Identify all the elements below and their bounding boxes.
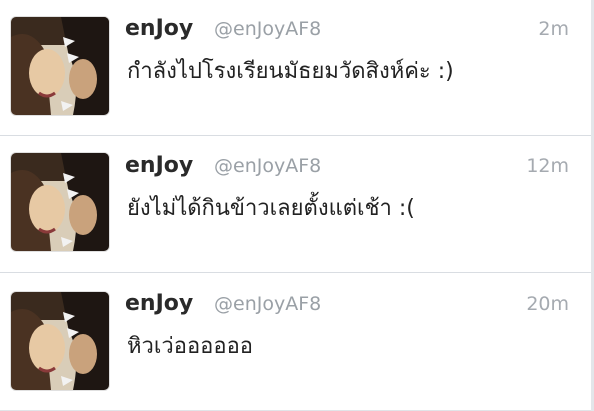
avatar[interactable] [11,153,109,251]
tweet-text: กำลังไปโรงเรียนมัธยมวัดสิงห์ค่ะ :) [127,59,454,84]
display-name[interactable]: enJoy [125,291,193,316]
display-name[interactable]: enJoy [125,153,193,178]
avatar[interactable] [11,17,109,115]
tweet-item[interactable]: enJoy @enJoyAF8 2m กำลังไปโรงเรียนมัธยมว… [0,0,591,136]
user-handle[interactable]: @enJoyAF8 [214,155,321,177]
tweet-text: หิวเว่ออออออ [127,334,254,359]
tweet-item[interactable]: enJoy @enJoyAF8 12m ยังไม่ได้กินข้าวเลยต… [0,137,591,273]
avatar[interactable] [11,292,109,390]
user-handle[interactable]: @enJoyAF8 [214,293,321,315]
timestamp: 2m [538,18,569,40]
display-name[interactable]: enJoy [125,16,193,41]
timestamp: 20m [526,293,569,315]
tweet-text: ยังไม่ได้กินข้าวเลยตั้งแต่เช้า :( [127,196,415,221]
user-handle[interactable]: @enJoyAF8 [214,18,321,40]
timestamp: 12m [526,155,569,177]
tweet-item[interactable]: enJoy @enJoyAF8 20m หิวเว่ออออออ [0,275,591,411]
